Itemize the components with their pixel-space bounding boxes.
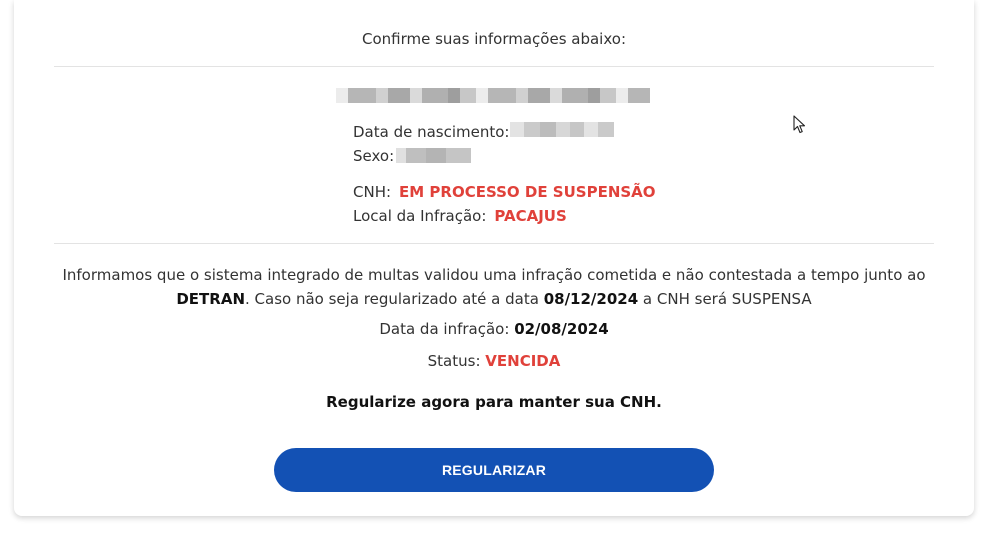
page-title: Confirme suas informações abaixo:: [361, 30, 626, 48]
confirmation-card: Confirme suas informações abaixo: Data d…: [14, 0, 974, 516]
notice-text-1: Informamos que o sistema integrado de mu…: [62, 266, 926, 284]
notice-detran: DETRAN: [176, 290, 246, 308]
cnh-label: CNH:: [353, 183, 392, 201]
infraction-date-label: Data da infração:: [379, 320, 510, 338]
status-row: Status: VENCIDA: [14, 352, 974, 370]
birthdate-label: Data de nascimento:: [353, 123, 510, 141]
notice-text-2: . Caso não seja regularizado até a data: [245, 290, 544, 308]
redacted-name: [336, 88, 650, 103]
sex-row: Sexo:: [353, 147, 394, 165]
infraction-date-value: 02/08/2024: [514, 320, 609, 338]
status-value: VENCIDA: [485, 352, 561, 370]
cta-text: Regularize agora para manter sua CNH.: [326, 393, 662, 411]
infraction-location-label: Local da Infração:: [353, 207, 487, 225]
cnh-status-value: EM PROCESSO DE SUSPENSÃO: [399, 183, 656, 201]
regularizar-button[interactable]: REGULARIZAR: [274, 448, 714, 492]
birthdate-row: Data de nascimento:: [353, 123, 510, 141]
status-label: Status:: [427, 352, 481, 370]
infraction-location-row: Local da Infração: PACAJUS: [353, 207, 567, 225]
notice-paragraph: Informamos que o sistema integrado de mu…: [54, 263, 934, 311]
middle-divider: [54, 243, 934, 244]
redacted-birthdate: [510, 122, 614, 137]
notice-deadline: 08/12/2024: [543, 290, 639, 308]
top-divider: [54, 66, 934, 67]
redacted-sex: [396, 148, 471, 163]
notice-text-3: a CNH será SUSPENSA: [638, 290, 812, 308]
mouse-pointer-icon: [793, 115, 806, 134]
sex-label: Sexo:: [353, 147, 395, 165]
infraction-date-row: Data da infração: 02/08/2024: [14, 320, 974, 338]
cnh-row: CNH: EM PROCESSO DE SUSPENSÃO: [353, 183, 656, 201]
infraction-location-value: PACAJUS: [494, 207, 567, 225]
